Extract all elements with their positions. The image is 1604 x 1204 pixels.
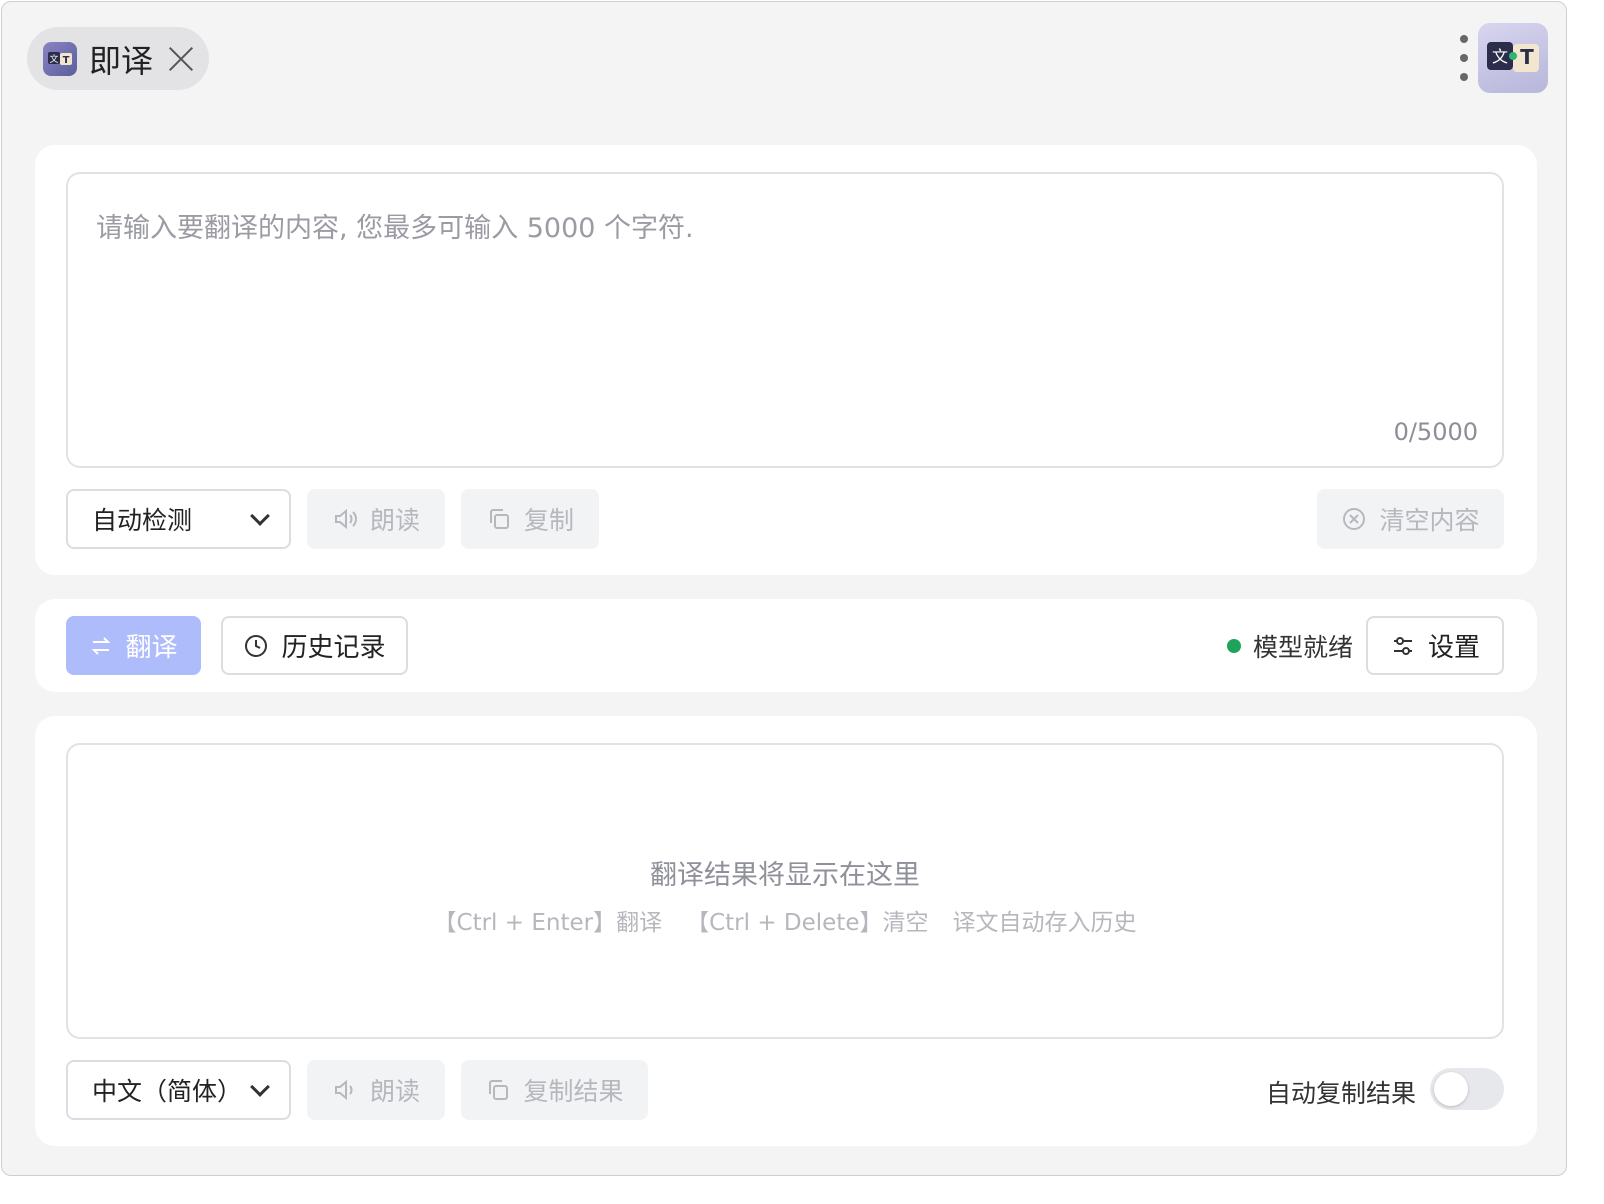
settings-button[interactable]: 设置	[1366, 616, 1504, 675]
source-text-input[interactable]: 请输入要翻译的内容, 您最多可输入 5000 个字符. 0/5000	[66, 172, 1504, 468]
svg-text:文: 文	[1492, 47, 1508, 66]
input-controls: 自动检测 朗读 复制 清空内容	[66, 489, 1504, 549]
clear-circle-icon	[1343, 508, 1366, 530]
model-status: 模型就绪	[1227, 616, 1353, 675]
chevron-down-icon	[250, 506, 270, 526]
app-window: 文 T 即译 文 T 请输入要翻译的内容, 您最多可输入 5000 个字符. 0…	[1, 1, 1567, 1176]
tab-translate[interactable]: 文 T 即译	[27, 27, 209, 90]
status-dot	[1227, 638, 1241, 653]
speaker-icon	[334, 1079, 353, 1101]
clock-icon	[245, 634, 268, 657]
copy-icon	[489, 1080, 509, 1100]
copy-result-label: 复制结果	[523, 1077, 624, 1106]
clear-content-label: 清空内容	[1379, 506, 1480, 535]
source-language-value: 自动检测	[92, 506, 193, 535]
hint-clear-shortcut: 【Ctrl + Delete】清空	[686, 910, 929, 936]
sliders-icon	[1393, 636, 1412, 655]
input-panel: 请输入要翻译的内容, 您最多可输入 5000 个字符. 0/5000 自动检测 …	[35, 145, 1537, 575]
translate-app-icon: 文 T	[43, 41, 77, 76]
svg-text:T: T	[1520, 45, 1534, 69]
swap-arrows-icon	[92, 636, 111, 655]
clear-content-button[interactable]: 清空内容	[1317, 489, 1504, 549]
svg-text:T: T	[63, 55, 70, 66]
hint-history-note: 译文自动存入历史	[952, 910, 1137, 936]
copy-icon	[489, 509, 509, 529]
output-panel: 翻译结果将显示在这里 【Ctrl + Enter】翻译 【Ctrl + Dele…	[35, 716, 1537, 1146]
translate-button[interactable]: 翻译	[66, 616, 201, 675]
auto-copy-toggle[interactable]	[1430, 1068, 1504, 1110]
tab-title: 即译	[89, 41, 154, 80]
target-language-value: 中文（简体）	[92, 1077, 243, 1106]
chevron-down-icon	[250, 1077, 270, 1097]
speak-source-label: 朗读	[369, 506, 420, 535]
output-controls: 中文（简体） 朗读 复制结果 自动复制结果	[66, 1060, 1504, 1120]
translate-app-logo[interactable]: 文 T	[1478, 23, 1548, 93]
result-placeholder-title: 翻译结果将显示在这里	[650, 860, 920, 891]
speak-source-button[interactable]: 朗读	[307, 489, 445, 549]
source-text-placeholder: 请输入要翻译的内容, 您最多可输入 5000 个字符.	[96, 213, 694, 244]
copy-source-button[interactable]: 复制	[461, 489, 599, 549]
kebab-menu-icon[interactable]	[1456, 35, 1472, 81]
model-status-text: 模型就绪	[1253, 632, 1354, 662]
source-language-select[interactable]: 自动检测	[66, 489, 291, 549]
shortcut-hints: 【Ctrl + Enter】翻译 【Ctrl + Delete】清空 译文自动存…	[68, 903, 1502, 937]
copy-result-button[interactable]: 复制结果	[461, 1060, 648, 1120]
translation-result-area[interactable]: 翻译结果将显示在这里 【Ctrl + Enter】翻译 【Ctrl + Dele…	[66, 743, 1504, 1039]
auto-copy-label: 自动复制结果	[1265, 1079, 1416, 1108]
settings-label: 设置	[1427, 633, 1480, 663]
translate-label: 翻译	[125, 633, 178, 663]
close-icon[interactable]	[167, 45, 195, 73]
copy-source-label: 复制	[523, 506, 574, 535]
speak-result-button[interactable]: 朗读	[307, 1060, 445, 1120]
speak-result-label: 朗读	[369, 1077, 420, 1106]
history-button[interactable]: 历史记录	[221, 616, 408, 675]
target-language-select[interactable]: 中文（简体）	[66, 1060, 291, 1120]
svg-text:文: 文	[49, 53, 58, 65]
char-counter: 0/5000	[1393, 418, 1478, 446]
toggle-knob	[1434, 1072, 1468, 1106]
hint-translate-shortcut: 【Ctrl + Enter】翻译	[433, 910, 663, 936]
speaker-icon	[334, 508, 357, 530]
history-label: 历史记录	[281, 633, 386, 663]
action-bar: 翻译 历史记录 模型就绪 设置	[35, 599, 1537, 692]
